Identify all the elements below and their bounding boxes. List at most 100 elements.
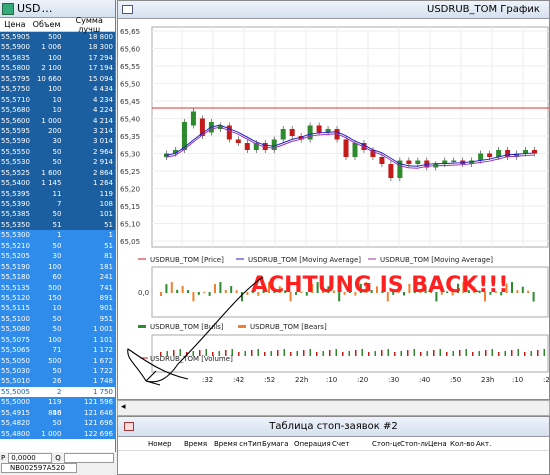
stop-col-header[interactable]: Время сн bbox=[214, 440, 248, 448]
stop-orders-titlebar[interactable]: Таблица стоп-заявок #2 bbox=[118, 417, 549, 437]
row-sum: 17 294 bbox=[88, 53, 114, 62]
order-book-row[interactable]: 55,5750 100 4 434 bbox=[0, 84, 115, 95]
row-sum: 3 014 bbox=[92, 137, 113, 146]
order-book-row[interactable]: 55,5795 10 660 15 094 bbox=[0, 73, 115, 85]
volume-bar bbox=[517, 349, 519, 356]
row-volume: 10 bbox=[52, 95, 62, 104]
order-book-row[interactable]: 55,5595 200 3 214 bbox=[0, 125, 115, 137]
order-book-row[interactable]: 55,5135 500 741 bbox=[0, 282, 115, 293]
order-book-row[interactable]: 55,5300 1 1 bbox=[0, 230, 115, 241]
stop-col-header[interactable]: Стоп-цен bbox=[372, 440, 400, 448]
order-book-row[interactable]: 55,5550 50 2 964 bbox=[0, 146, 115, 158]
order-book-row[interactable]: 55,5010 26 1 748 bbox=[0, 376, 115, 387]
stop-col-header[interactable]: Цена bbox=[428, 440, 450, 448]
candle bbox=[451, 160, 457, 162]
order-book-row[interactable]: 55,5005 2 1 750 bbox=[0, 386, 115, 398]
row-volume: 2 bbox=[56, 387, 62, 396]
row-sum: 101 bbox=[99, 210, 113, 219]
order-book-row[interactable]: 55,4915 50 121 646 bbox=[0, 407, 115, 419]
stop-orders-title: Таблица стоп-заявок #2 bbox=[269, 421, 398, 432]
order-book-row[interactable]: 55,5525 1 600 2 864 bbox=[0, 167, 115, 179]
row-price: 55,5000 bbox=[1, 398, 30, 407]
order-book-row[interactable]: 55,5120 150 891 bbox=[0, 292, 115, 304]
legend-swatch bbox=[138, 325, 146, 328]
volume-bar bbox=[355, 350, 357, 356]
row-price: 55,5600 bbox=[1, 116, 30, 125]
order-book-row[interactable]: 55,5385 50 101 bbox=[0, 209, 115, 220]
order-book-row[interactable]: 55,5900 1 006 18 300 bbox=[0, 42, 115, 53]
p-input[interactable]: 0,0000 bbox=[8, 452, 53, 463]
stop-col-header[interactable]: Счет bbox=[332, 440, 372, 448]
volume-bar bbox=[361, 349, 363, 356]
indicator-bar bbox=[224, 289, 227, 293]
row-sum: 1 748 bbox=[92, 377, 113, 386]
y-tick-label: 65,55 bbox=[120, 63, 140, 71]
stop-col-header[interactable]: Номер bbox=[148, 440, 184, 448]
volume-bar bbox=[543, 349, 545, 356]
order-book-row[interactable]: 55,5390 7 108 bbox=[0, 199, 115, 210]
order-book-row[interactable]: 55,5680 10 4 224 bbox=[0, 105, 115, 116]
stop-col-header[interactable]: Акт. bbox=[476, 440, 492, 448]
col-volume-header[interactable]: Объем bbox=[30, 20, 64, 29]
col-price-header[interactable]: Цена bbox=[0, 20, 30, 29]
row-price: 55,4800 bbox=[1, 429, 30, 438]
order-book-row[interactable]: 55,5205 30 81 bbox=[0, 251, 115, 262]
stop-col-header[interactable]: Стоп-лим bbox=[400, 440, 428, 448]
row-volume: 50 bbox=[52, 241, 62, 250]
order-book-row[interactable]: 55,5800 2 100 17 194 bbox=[0, 63, 115, 74]
indicator-bar bbox=[511, 282, 513, 293]
order-book-row[interactable]: 55,5115 10 901 bbox=[0, 303, 115, 314]
order-book-row[interactable]: 55,5180 60 241 bbox=[0, 272, 115, 283]
row-volume: 26 bbox=[52, 377, 62, 386]
col-sum-header[interactable]: Сумма лучш bbox=[63, 16, 115, 34]
chart-titlebar[interactable]: USDRUB_TOM График bbox=[118, 1, 549, 19]
order-book-row[interactable]: 55,5835 100 17 294 bbox=[0, 52, 115, 64]
y-tick-label: 65,25 bbox=[120, 168, 140, 176]
order-book-row[interactable]: 55,5030 50 1 722 bbox=[0, 366, 115, 377]
order-book-row[interactable]: 55,5350 51 51 bbox=[0, 219, 115, 231]
order-book-row[interactable]: 55,5395 11 119 bbox=[0, 188, 115, 199]
order-book-row[interactable]: 55,4820 50 121 696 bbox=[0, 418, 115, 429]
volume-bar bbox=[348, 351, 350, 356]
stop-col-header[interactable]: Бумага bbox=[262, 440, 294, 448]
order-book-row[interactable]: 55,5400 1 145 1 264 bbox=[0, 178, 115, 189]
row-price: 55,5385 bbox=[1, 210, 30, 219]
row-price: 55,5795 bbox=[1, 74, 30, 83]
order-book-row[interactable]: 55,5590 30 3 014 bbox=[0, 136, 115, 147]
horizontal-scrollbar[interactable]: ◂ bbox=[117, 400, 550, 416]
order-book-row[interactable]: 55,5075 100 1 101 bbox=[0, 334, 115, 346]
price-pane bbox=[151, 26, 549, 248]
stop-col-header[interactable]: Тип bbox=[248, 440, 262, 448]
row-volume: 60 bbox=[52, 273, 62, 282]
row-volume: 150 bbox=[48, 293, 62, 302]
order-book-row[interactable]: 55,5210 50 51 bbox=[0, 240, 115, 252]
row-price: 55,5180 bbox=[1, 273, 30, 282]
row-volume: 10 bbox=[52, 304, 62, 313]
chart-canvas[interactable]: 65,65 65,60 65,55 65,50 65,45 65,40 65,35 65,30… bbox=[118, 19, 549, 399]
stop-col-header[interactable]: Кол-во bbox=[450, 440, 476, 448]
order-book-rows[interactable]: 55,5905 500 18 800 55,5900 1 006 18 300 55,583… bbox=[0, 32, 115, 440]
order-book-row[interactable]: 55,5050 500 1 672 bbox=[0, 355, 115, 366]
candle bbox=[244, 143, 250, 150]
order-book-row[interactable]: 55,4800 1 000 122 696 bbox=[0, 428, 115, 440]
volume-bar bbox=[303, 350, 305, 356]
order-book-row[interactable]: 55,5190 100 181 bbox=[0, 261, 115, 273]
stop-col-header[interactable]: Время bbox=[184, 440, 214, 448]
stop-col-header[interactable]: Операция bbox=[294, 440, 332, 448]
order-book-row[interactable]: 55,5905 500 18 800 bbox=[0, 32, 115, 43]
row-volume: 200 bbox=[48, 126, 62, 135]
order-book-row[interactable]: 55,5065 71 1 172 bbox=[0, 345, 115, 356]
order-book-header: Цена Объем Сумма лучш bbox=[0, 16, 115, 34]
row-volume: 50 bbox=[52, 147, 62, 156]
order-book-row[interactable]: 55,5000 119 846 121 596 bbox=[0, 397, 115, 417]
order-book-row[interactable]: 55,5100 50 951 bbox=[0, 313, 115, 325]
x-tick-label: :30 bbox=[388, 376, 399, 384]
order-book-row[interactable]: 55,5600 1 000 4 214 bbox=[0, 115, 115, 126]
scroll-left-icon[interactable]: ◂ bbox=[121, 402, 126, 412]
order-book-row[interactable]: 55,5080 50 1 001 bbox=[0, 324, 115, 335]
q-input[interactable] bbox=[63, 452, 114, 463]
order-book-row[interactable]: 55,5710 10 4 234 bbox=[0, 94, 115, 106]
security-code[interactable]: NB002597A520 bbox=[1, 463, 77, 473]
row-volume: 50 bbox=[52, 314, 62, 323]
order-book-row[interactable]: 55,5530 50 2 914 bbox=[0, 157, 115, 168]
